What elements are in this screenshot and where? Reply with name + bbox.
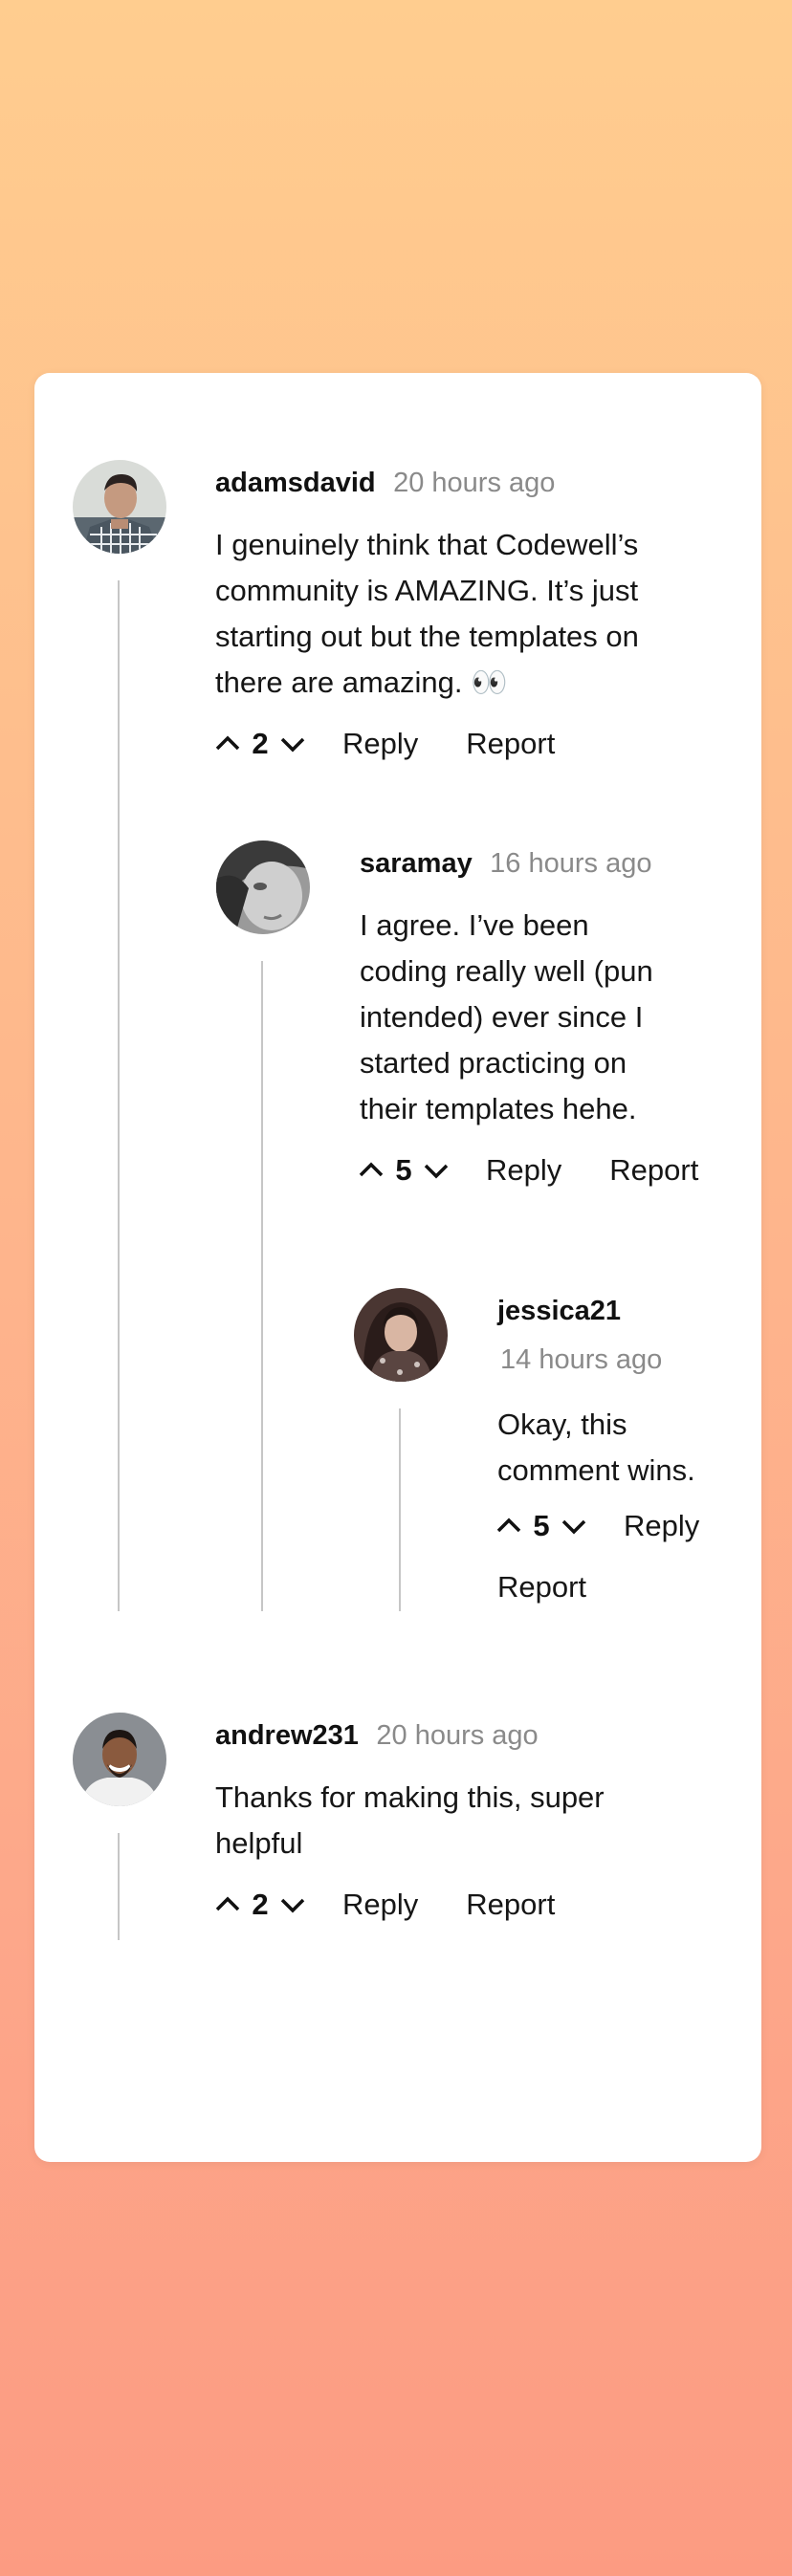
comment-body-line: started practicing on <box>360 1046 627 1080</box>
timestamp: 14 hours ago <box>500 1344 663 1375</box>
username[interactable]: saramay <box>360 848 473 879</box>
comment-body-line: helpful <box>215 1826 303 1860</box>
comment-header-andrew231: andrew231 20 hours ago <box>215 1720 539 1752</box>
avatar-andrew231[interactable] <box>73 1713 166 1806</box>
reply-button[interactable]: Reply <box>342 1888 418 1922</box>
vote-control: 2 <box>212 727 308 761</box>
avatar-jessica21[interactable] <box>354 1288 448 1382</box>
thread-line-jessica21 <box>399 1408 401 1611</box>
downvote-icon[interactable] <box>277 729 308 759</box>
vote-count: 5 <box>533 1509 550 1542</box>
report-button[interactable]: Report <box>466 727 555 761</box>
upvote-icon[interactable] <box>212 729 243 759</box>
comment-header-saramay: saramay 16 hours ago <box>360 848 651 880</box>
username[interactable]: jessica21 <box>497 1296 662 1327</box>
avatar-adamsdavid[interactable] <box>73 460 166 554</box>
downvote-icon[interactable] <box>277 1889 308 1920</box>
comment-actions-jessica21: 5 Reply <box>494 1509 699 1543</box>
comments-card: adamsdavid 20 hours ago I genuinely thin… <box>34 373 761 2162</box>
report-button[interactable]: Report <box>609 1153 698 1188</box>
comment-header-jessica21: jessica21 14 hours ago <box>497 1296 662 1376</box>
vote-count: 2 <box>252 1888 269 1921</box>
comment-actions-saramay: 5 Reply Report <box>356 1153 698 1188</box>
comment-body-line: coding really well (pun <box>360 954 653 988</box>
vote-control: 2 <box>212 1888 308 1922</box>
comment-body-saramay: I agree. I’ve been coding really well (p… <box>360 903 723 1132</box>
comment-actions-andrew231: 2 Reply Report <box>212 1888 555 1922</box>
timestamp: 20 hours ago <box>376 1720 539 1751</box>
vote-count: 2 <box>252 727 269 760</box>
comment-body-andrew231: Thanks for making this, super helpful <box>215 1775 713 1867</box>
comment-body-line: comment wins. <box>497 1453 695 1487</box>
upvote-icon[interactable] <box>494 1511 524 1541</box>
vote-control: 5 <box>494 1509 589 1543</box>
comment-body-jessica21: Okay, this comment wins. <box>497 1402 746 1494</box>
downvote-icon[interactable] <box>421 1155 451 1186</box>
upvote-icon[interactable] <box>212 1889 243 1920</box>
username[interactable]: andrew231 <box>215 1720 359 1751</box>
comment-body-adamsdavid: I genuinely think that Codewell’s commun… <box>215 522 713 706</box>
upvote-icon[interactable] <box>356 1155 386 1186</box>
comment-actions-adamsdavid: 2 Reply Report <box>212 727 555 761</box>
thread-line-andrew231 <box>118 1833 120 1940</box>
comment-body-line: there are amazing. 👀 <box>215 666 508 699</box>
comment-body-line: intended) ever since I <box>360 1000 644 1034</box>
comment-body-line: Okay, this <box>497 1408 627 1441</box>
avatar-saramay[interactable] <box>216 840 310 934</box>
thread-line-saramay <box>261 961 263 1611</box>
comment-body-line: their templates hehe. <box>360 1092 637 1125</box>
thread-line-adamsdavid <box>118 580 120 1611</box>
vote-count: 5 <box>395 1153 412 1187</box>
comment-header-adamsdavid: adamsdavid 20 hours ago <box>215 468 555 499</box>
timestamp: 20 hours ago <box>393 468 556 498</box>
report-button[interactable]: Report <box>466 1888 555 1922</box>
comment-body-line: I agree. I’ve been <box>360 908 589 942</box>
reply-button[interactable]: Reply <box>342 727 418 761</box>
comment-body-line: I genuinely think that Codewell’s <box>215 528 639 561</box>
username[interactable]: adamsdavid <box>215 468 376 498</box>
comment-body-line: community is AMAZING. It’s just <box>215 574 639 607</box>
vote-control: 5 <box>356 1153 451 1188</box>
comment-body-line: starting out but the templates on <box>215 620 639 653</box>
reply-button[interactable]: Reply <box>624 1509 699 1543</box>
timestamp: 16 hours ago <box>490 848 652 879</box>
report-button[interactable]: Report <box>497 1570 586 1604</box>
comment-body-line: Thanks for making this, super <box>215 1780 605 1814</box>
reply-button[interactable]: Reply <box>486 1153 561 1188</box>
downvote-icon[interactable] <box>559 1511 589 1541</box>
